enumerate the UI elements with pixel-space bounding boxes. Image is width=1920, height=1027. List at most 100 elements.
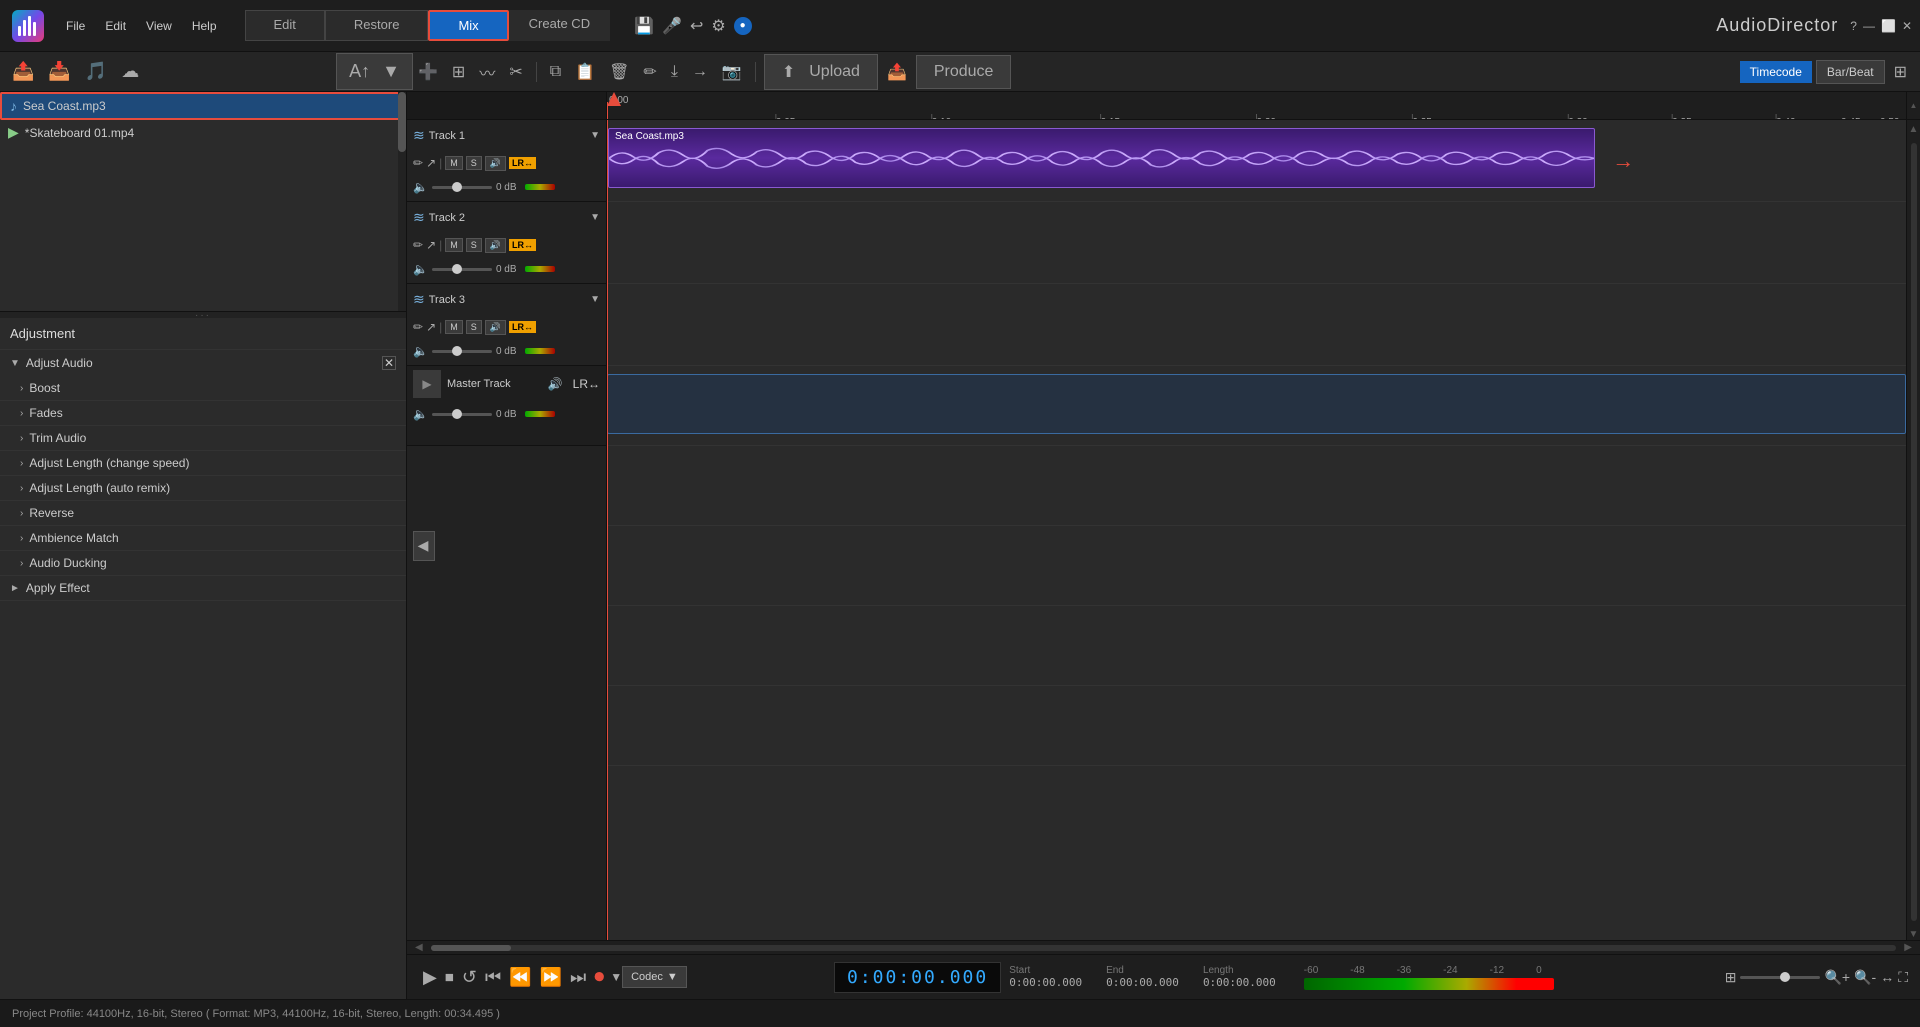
minimize-btn[interactable]: — — [1863, 19, 1875, 33]
adj-item-adjust-length-auto[interactable]: › Adjust Length (auto remix) — [0, 476, 406, 501]
settings-icon[interactable]: ⚙ — [711, 16, 725, 36]
panel-collapse-button[interactable]: ◀ — [413, 531, 435, 561]
track-3-vol-slider[interactable] — [432, 350, 492, 353]
track-1-pen2-icon[interactable]: ↗ — [426, 156, 436, 170]
adj-item-trim[interactable]: › Trim Audio — [0, 426, 406, 451]
track-2-pen-icon[interactable]: ✏ — [413, 238, 423, 252]
tab-mix[interactable]: Mix — [428, 10, 508, 41]
vscroll-top-btn[interactable]: ▲ — [1906, 92, 1920, 120]
track-3-dropdown[interactable]: ▼ — [590, 294, 600, 305]
track-2-mute-btn[interactable]: M — [445, 238, 463, 252]
vscroll-down-arrow[interactable]: ▼ — [1909, 929, 1919, 940]
track-1-dropdown[interactable]: ▼ — [590, 130, 600, 141]
h-scroll-left-btn[interactable]: ◀ — [411, 942, 427, 953]
record-btn[interactable]: ⏺ — [590, 962, 608, 993]
barbeat-button[interactable]: Bar/Beat — [1816, 60, 1885, 84]
zoom-slider[interactable] — [1740, 976, 1820, 979]
empty-row-1[interactable] — [607, 446, 1906, 526]
empty-row-3[interactable] — [607, 606, 1906, 686]
tab-create-cd[interactable]: Create CD — [509, 10, 610, 41]
ffwd-btn[interactable]: ⏩ — [536, 963, 566, 992]
camera-icon[interactable]: 📷 — [717, 59, 747, 85]
track-1-mute-btn[interactable]: M — [445, 156, 463, 170]
help-btn[interactable]: ? — [1850, 19, 1857, 33]
copy-icon[interactable]: ⧉ — [545, 60, 566, 84]
select-icon[interactable]: ⊞ — [447, 59, 470, 85]
adj-item-audio-ducking[interactable]: › Audio Ducking — [0, 551, 406, 576]
menu-file[interactable]: File — [58, 15, 93, 37]
file-scrollbar[interactable] — [398, 92, 406, 311]
empty-row-2[interactable] — [607, 526, 1906, 606]
zoom-out-btn[interactable]: 🔍- — [1854, 969, 1876, 986]
sea-coast-clip[interactable]: Sea Coast.mp3 — [608, 128, 1595, 188]
next-btn[interactable]: ⏭ — [566, 963, 590, 992]
paste-icon[interactable]: 📋 — [570, 59, 600, 85]
section-close-btn[interactable]: ✕ — [382, 356, 396, 370]
play-btn[interactable]: ▶ — [419, 963, 441, 992]
master-vol-slider[interactable] — [432, 413, 492, 416]
track-2-lr-btn[interactable]: LR↔ — [509, 239, 536, 251]
cloud-icon[interactable]: ☁ — [117, 57, 143, 86]
import-icon[interactable]: 📤 — [8, 57, 38, 86]
zoom-fullscreen-btn[interactable]: ⛶ — [1898, 969, 1908, 986]
notification-badge[interactable]: ● — [734, 17, 752, 35]
track-2-pen2-icon[interactable]: ↗ — [426, 238, 436, 252]
track-1-lr-btn[interactable]: LR↔ — [509, 157, 536, 169]
upload-button[interactable]: ⬆ Upload — [764, 54, 878, 90]
master-lr-btn[interactable]: LR↔ — [573, 377, 600, 391]
apply-effect-toggle[interactable]: ► Apply Effect — [0, 576, 406, 601]
file-item-1[interactable]: ▶ *Skateboard 01.mp4 — [0, 120, 406, 145]
add-track-icon[interactable]: ➕ — [413, 59, 443, 85]
track-1-solo-btn[interactable]: S — [466, 156, 482, 170]
toolbar-icon1[interactable]: 📤 — [882, 59, 912, 85]
timecode-button[interactable]: Timecode — [1740, 61, 1812, 83]
adj-item-reverse[interactable]: › Reverse — [0, 501, 406, 526]
menu-edit[interactable]: Edit — [97, 15, 134, 37]
master-track-timeline[interactable] — [607, 366, 1906, 446]
prev-btn[interactable]: ⏮ — [481, 963, 505, 992]
rewind-btn[interactable]: ⏪ — [505, 963, 535, 992]
record-icon[interactable]: 🎤 — [662, 16, 682, 36]
media-icon[interactable]: 🎵 — [81, 57, 111, 86]
track-2-dropdown[interactable]: ▼ — [590, 212, 600, 223]
export-icon[interactable]: 📥 — [44, 57, 74, 86]
stop-btn[interactable]: ⏹ — [441, 963, 458, 992]
track-2-speaker-btn[interactable]: 🔊 — [485, 238, 506, 253]
adj-item-fades[interactable]: › Fades — [0, 401, 406, 426]
track-3-mute-btn[interactable]: M — [445, 320, 463, 334]
track-1-timeline[interactable]: Sea Coast.mp3 — [607, 120, 1906, 202]
track-1-speaker-btn[interactable]: 🔊 — [485, 156, 506, 171]
tab-edit[interactable]: Edit — [245, 10, 325, 41]
track-1-vol-slider[interactable] — [432, 186, 492, 189]
zoom-fit-btn[interactable]: ⊞ — [1725, 969, 1737, 986]
track-3-lr-btn[interactable]: LR↔ — [509, 321, 536, 333]
close-btn[interactable]: ✕ — [1902, 19, 1912, 33]
h-scrollbar[interactable]: ◀ ▶ — [407, 940, 1920, 954]
waveform-icon[interactable]: 〰 — [474, 57, 500, 87]
mixer-icon[interactable]: ⊞ — [1889, 59, 1912, 85]
menu-view[interactable]: View — [138, 15, 180, 37]
track-2-timeline[interactable] — [607, 202, 1906, 284]
produce-button[interactable]: Produce — [916, 55, 1012, 89]
zoom-in-btn[interactable]: 🔍+ — [1824, 969, 1850, 986]
adj-item-ambience-match[interactable]: › Ambience Match — [0, 526, 406, 551]
track-3-pen2-icon[interactable]: ↗ — [426, 320, 436, 334]
at-button[interactable]: A↑ ▼ — [336, 53, 413, 90]
draw-icon[interactable]: ✏ — [638, 59, 661, 85]
h-scroll-thumb[interactable] — [431, 945, 511, 951]
codec-btn[interactable]: Codec ▼ — [622, 966, 687, 988]
loop-btn[interactable]: ↺ — [458, 963, 481, 992]
adj-item-adjust-length-speed[interactable]: › Adjust Length (change speed) — [0, 451, 406, 476]
track-3-timeline[interactable] — [607, 284, 1906, 366]
track-3-pen-icon[interactable]: ✏ — [413, 320, 423, 334]
delete-icon[interactable]: 🗑 — [604, 59, 634, 85]
save-icon[interactable]: 💾 — [634, 16, 654, 36]
h-scroll-track[interactable] — [431, 945, 1897, 951]
record-dropdown[interactable]: ▼ — [610, 970, 622, 984]
track-2-vol-slider[interactable] — [432, 268, 492, 271]
track-2-solo-btn[interactable]: S — [466, 238, 482, 252]
right-vscroll[interactable]: ▲ ▼ — [1906, 120, 1920, 940]
adj-item-boost[interactable]: › Boost — [0, 376, 406, 401]
track-1-pen-icon[interactable]: ✏ — [413, 156, 423, 170]
zoom-reset-btn[interactable]: ↔ — [1880, 969, 1894, 985]
